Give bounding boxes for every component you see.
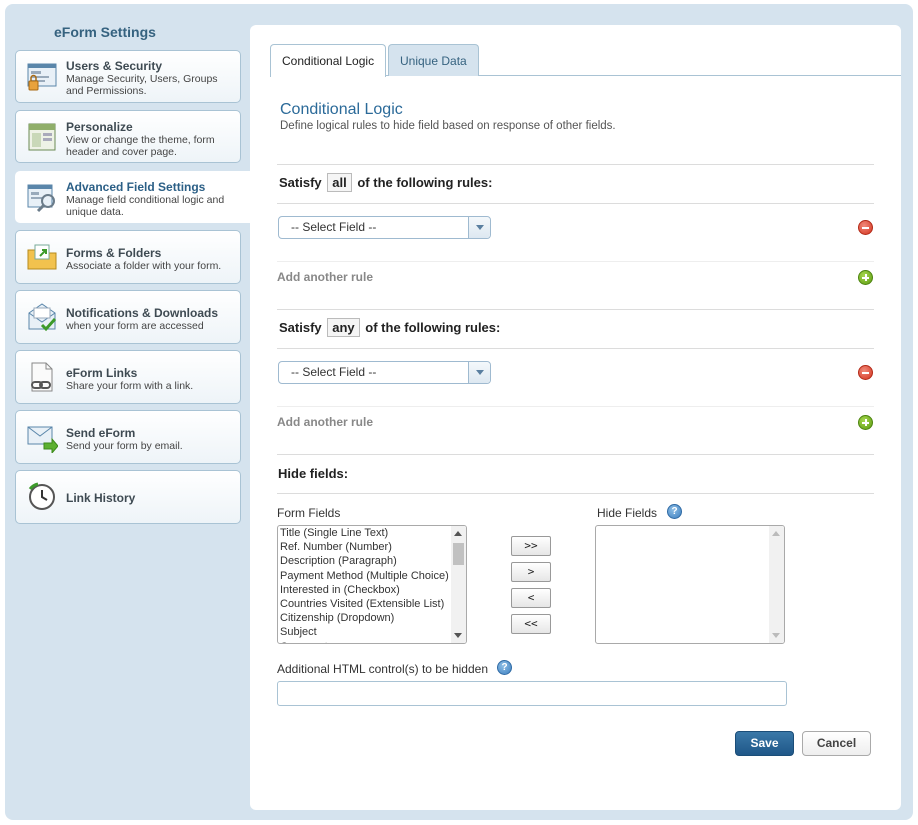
divider	[277, 203, 874, 204]
advanced-field-settings-icon	[27, 184, 55, 213]
divider	[277, 454, 874, 455]
sidebar-item-title: Link History	[66, 491, 136, 505]
sidebar-item-title: Users & Security	[66, 59, 163, 73]
add-all-button[interactable]: >>	[511, 536, 551, 556]
rules-any-header: Satisfy any of the following rules:	[279, 318, 500, 337]
sidebar-item-link-history[interactable]: Link History	[15, 470, 241, 524]
cancel-button[interactable]: Cancel	[802, 731, 871, 756]
sidebar-item-forms-folders[interactable]: Forms & Folders Associate a folder with …	[15, 230, 241, 284]
scroll-up-icon[interactable]	[454, 531, 462, 536]
remove-rule-icon[interactable]	[858, 220, 873, 235]
form-fields-listbox[interactable]: Title (Single Line Text) Ref. Number (Num…	[277, 525, 467, 644]
rules-any-suffix: of the following rules:	[365, 320, 501, 335]
list-item[interactable]: Title (Single Line Text)	[280, 526, 449, 540]
list-item[interactable]: Countries Visited (Extensible List)	[280, 597, 449, 611]
add-button[interactable]: >	[511, 562, 551, 582]
rules-all-suffix: of the following rules:	[357, 175, 493, 190]
sidebar-item-desc: View or change the theme, form header an…	[66, 134, 215, 158]
form-fields-label: Form Fields	[277, 506, 341, 520]
chevron-down-icon[interactable]	[468, 217, 490, 238]
divider	[277, 309, 874, 310]
sidebar-item-desc: Manage Security, Users, Groups and Permi…	[66, 73, 218, 97]
scroll-down-icon[interactable]	[454, 633, 462, 638]
sidebar-item-desc: when your form are accessed	[66, 320, 204, 332]
divider	[277, 493, 874, 494]
rules-all-field-select[interactable]: -- Select Field --	[278, 216, 491, 239]
help-icon[interactable]: ?	[497, 660, 512, 675]
section-description: Define logical rules to hide field based…	[280, 120, 616, 132]
list-item[interactable]: Subject	[280, 625, 449, 639]
hide-fields-title: Hide fields:	[278, 466, 349, 481]
select-value: -- Select Field --	[291, 220, 377, 234]
link-icon	[31, 362, 53, 392]
chevron-down-icon[interactable]	[468, 362, 490, 383]
rules-all-add-rule-link[interactable]: Add another rule	[277, 270, 373, 284]
sidebar-item-title: Forms & Folders	[66, 246, 162, 260]
form-fields-options: Title (Single Line Text) Ref. Number (Num…	[280, 526, 449, 643]
send-email-icon	[27, 426, 58, 453]
hide-fields-label: Hide Fields	[597, 506, 658, 520]
folder-icon	[27, 244, 57, 270]
divider	[277, 406, 874, 407]
sidebar-item-users-security[interactable]: Users & Security Manage Security, Users,…	[15, 50, 241, 103]
save-button[interactable]: Save	[735, 731, 794, 756]
add-rule-icon[interactable]	[858, 415, 873, 430]
sidebar-item-title: Advanced Field Settings	[66, 180, 206, 194]
help-icon[interactable]: ?	[667, 504, 682, 519]
hide-fields-scrollbar[interactable]	[769, 526, 784, 643]
rules-any-add-rule-link[interactable]: Add another rule	[277, 415, 373, 429]
sidebar-item-send-eform[interactable]: Send eForm Send your form by email.	[15, 410, 241, 464]
list-item[interactable]: Citizenship (Dropdown)	[280, 611, 449, 625]
divider	[277, 164, 874, 165]
additional-controls-label: Additional HTML control(s) to be hidden	[277, 662, 488, 676]
tab-unique-data[interactable]: Unique Data	[388, 44, 479, 76]
sidebar-item-desc: Share your form with a link.	[66, 380, 194, 392]
list-item[interactable]: Comments	[280, 640, 449, 643]
list-item[interactable]: Ref. Number (Number)	[280, 540, 449, 554]
divider	[277, 261, 874, 262]
users-security-icon	[27, 63, 57, 90]
sidebar-item-desc: Associate a folder with your form.	[66, 260, 222, 272]
sidebar-item-personalize[interactable]: Personalize View or change the theme, fo…	[15, 110, 241, 163]
list-item[interactable]: Payment Method (Multiple Choice)	[280, 569, 449, 583]
remove-button[interactable]: <	[511, 588, 551, 608]
rules-all-prefix: Satisfy	[279, 175, 322, 190]
sidebar-item-desc: Send your form by email.	[66, 440, 183, 452]
personalize-icon	[28, 123, 56, 150]
sidebar-title: eForm Settings	[54, 24, 156, 40]
sidebar-item-title: Personalize	[66, 120, 133, 134]
scroll-thumb[interactable]	[453, 543, 464, 565]
scroll-down-icon[interactable]	[772, 633, 780, 638]
rules-any-mode-toggle[interactable]: any	[327, 318, 360, 337]
remove-rule-icon[interactable]	[858, 365, 873, 380]
sidebar-item-title: eForm Links	[66, 366, 138, 380]
rules-any-prefix: Satisfy	[279, 320, 322, 335]
hide-fields-listbox[interactable]	[595, 525, 785, 644]
select-value: -- Select Field --	[291, 365, 377, 379]
sidebar-item-eform-links[interactable]: eForm Links Share your form with a link.	[15, 350, 241, 404]
add-rule-icon[interactable]	[858, 270, 873, 285]
sidebar-item-notifications-downloads[interactable]: Notifications & Downloads when your form…	[15, 290, 241, 344]
tab-conditional-logic[interactable]: Conditional Logic	[270, 44, 387, 77]
sidebar-item-advanced-field-settings[interactable]: Advanced Field Settings Manage field con…	[15, 171, 251, 223]
sidebar-item-title: Notifications & Downloads	[66, 306, 219, 320]
divider	[277, 348, 874, 349]
additional-controls-input[interactable]	[277, 681, 787, 706]
scroll-up-icon[interactable]	[772, 531, 780, 536]
form-fields-scrollbar[interactable]	[451, 526, 466, 643]
remove-all-button[interactable]: <<	[511, 614, 551, 634]
rules-all-header: Satisfy all of the following rules:	[279, 173, 492, 192]
list-item[interactable]: Interested in (Checkbox)	[280, 583, 449, 597]
list-item[interactable]: Description (Paragraph)	[280, 554, 449, 568]
rules-all-mode-toggle[interactable]: all	[327, 173, 352, 192]
notifications-icon	[28, 303, 57, 332]
section-title: Conditional Logic	[280, 101, 403, 118]
sidebar-item-title: Send eForm	[66, 426, 136, 440]
clock-history-icon	[28, 482, 55, 510]
sidebar-item-desc: Manage field conditional logic and uniqu…	[66, 194, 225, 218]
rules-any-field-select[interactable]: -- Select Field --	[278, 361, 491, 384]
